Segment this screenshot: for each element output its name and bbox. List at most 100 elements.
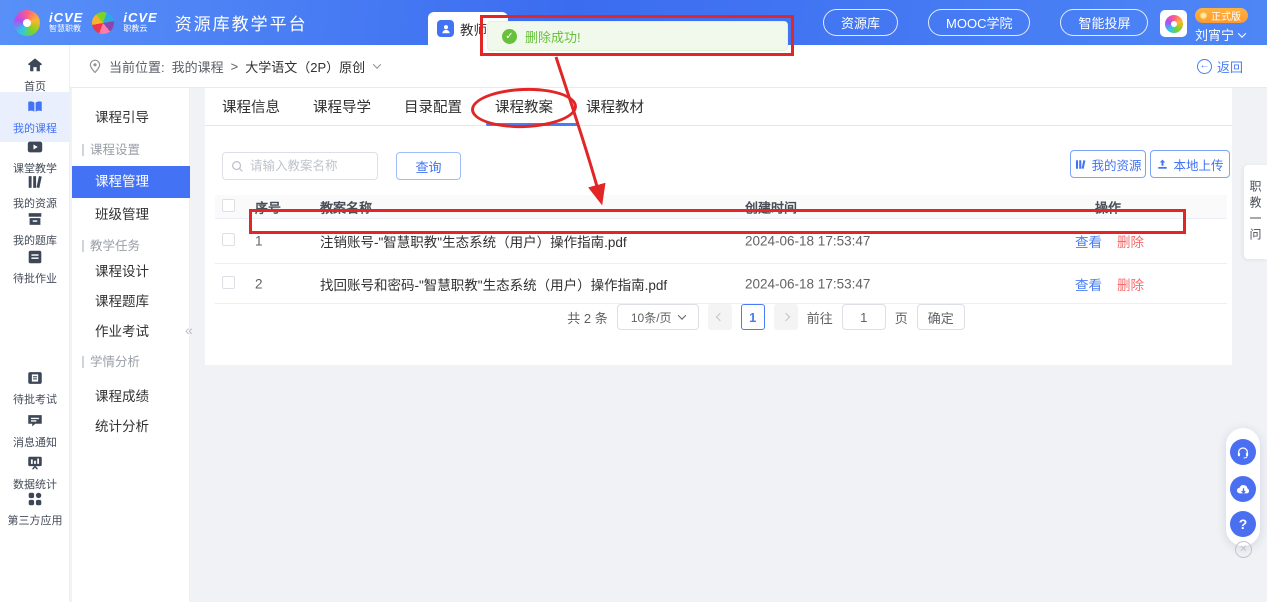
query-button[interactable]: 查询: [396, 152, 461, 180]
select-all-checkbox[interactable]: [222, 199, 235, 212]
nav-mooc-academy[interactable]: MOOC学院: [928, 9, 1030, 36]
homework-doc-icon: [26, 248, 44, 266]
back-arrow-icon: ←: [1197, 59, 1212, 74]
row-index: 1: [255, 234, 263, 249]
delete-link[interactable]: 删除: [1117, 231, 1144, 251]
active-tab-underline: [486, 123, 578, 126]
back-button[interactable]: ← 返回: [1197, 57, 1243, 76]
lesson-plan-table: 序号 教案名称 创建时间 操作 1 注销账号-"智慧职教"生态系统（用户）操作指…: [215, 195, 1227, 304]
headset-icon: [1235, 444, 1251, 460]
lesson-plan-name: 找回账号和密码-"智慧职教"生态系统（用户）操作指南.pdf: [320, 274, 667, 294]
column-header-created: 创建时间: [745, 197, 797, 216]
bookshelf-icon: [26, 173, 44, 191]
sidebar-item-pending-homework[interactable]: 待批作业: [0, 242, 70, 292]
breadcrumb-current[interactable]: 大学语文（2P）原创: [245, 57, 365, 76]
tab-catalog-config[interactable]: 目录配置: [404, 96, 462, 117]
submenu-homework-exam[interactable]: 作业考试: [72, 317, 190, 347]
section-bar: [82, 356, 84, 368]
statistics-board-icon: [26, 454, 44, 472]
chevron-down-icon: [677, 311, 685, 319]
submenu-course-management[interactable]: 课程管理: [72, 166, 190, 198]
next-page-button[interactable]: [774, 304, 798, 330]
bookshelf-icon: [1074, 158, 1087, 171]
page-size-value: 10条/页: [631, 309, 672, 326]
logo-sub: 智慧职教: [49, 25, 83, 33]
avatar-logo-icon: [1165, 15, 1183, 33]
floating-tool-panel: ?: [1226, 428, 1260, 546]
course-submenu: 课程引导 课程设置 课程管理 班级管理 教学任务 课程设计 课程题库 作业考试 …: [72, 88, 190, 602]
sidebar-item-label: 待批作业: [0, 270, 70, 286]
tab-course-textbook[interactable]: 课程教材: [586, 96, 644, 117]
created-time: 2024-06-18 17:53:47: [745, 276, 870, 291]
user-menu[interactable]: 刘宵宁: [1195, 25, 1245, 44]
confirm-button[interactable]: 确定: [917, 304, 965, 330]
breadcrumb-root[interactable]: 我的课程: [172, 57, 224, 76]
view-link[interactable]: 查看: [1075, 274, 1102, 294]
cloud-download-button[interactable]: [1230, 476, 1256, 502]
help-button[interactable]: ?: [1230, 511, 1256, 537]
submenu-collapse-handle[interactable]: «: [185, 322, 193, 338]
section-label: 课程设置: [90, 140, 140, 160]
tab-course-guide[interactable]: 课程导学: [313, 96, 371, 117]
row-checkbox[interactable]: [222, 276, 235, 289]
goto-page-input[interactable]: [842, 304, 886, 330]
avatar[interactable]: [1160, 10, 1187, 37]
tab-course-info[interactable]: 课程信息: [222, 96, 280, 117]
submenu-section-learning-analysis: 学情分析: [72, 352, 190, 372]
search-input[interactable]: [250, 159, 365, 173]
question-bank-icon: [26, 210, 44, 228]
message-bubble-icon: [26, 412, 44, 430]
my-resources-button[interactable]: 我的资源: [1070, 150, 1146, 178]
submenu-course-grades[interactable]: 课程成绩: [72, 382, 190, 412]
breadcrumb: 当前位置: 我的课程 > 大学语文（2P）原创: [109, 57, 380, 76]
chevron-down-icon[interactable]: [373, 60, 381, 68]
submenu-section-teaching-tasks: 教学任务: [72, 236, 190, 256]
my-resources-label: 我的资源: [1091, 155, 1141, 174]
goto-label: 前往: [807, 308, 833, 327]
table-row: 2 找回账号和密码-"智慧职教"生态系统（用户）操作指南.pdf 2024-06…: [215, 264, 1227, 304]
toast-message: 删除成功!: [525, 27, 581, 46]
row-checkbox[interactable]: [222, 233, 235, 246]
table-row: 1 注销账号-"智慧职教"生态系统（用户）操作指南.pdf 2024-06-18…: [215, 219, 1227, 264]
delete-link[interactable]: 删除: [1117, 274, 1144, 294]
column-header-index: 序号: [255, 197, 281, 216]
home-icon: [26, 56, 44, 74]
zhijiao-yiwen-side-tab[interactable]: 职教一问: [1244, 165, 1267, 259]
lesson-plan-name: 注销账号-"智慧职教"生态系统（用户）操作指南.pdf: [320, 231, 627, 251]
icon-sidebar: 首页 我的课程 课堂教学 我的资源 我的题库 待批作业 待批考试 消息通知 数据…: [0, 45, 70, 602]
prev-page-button[interactable]: [708, 304, 732, 330]
submenu-course-question-bank[interactable]: 课程题库: [72, 287, 190, 317]
search-icon: [231, 160, 244, 173]
table-header-row: 序号 教案名称 创建时间 操作: [215, 195, 1227, 219]
search-toolbar: 查询 我的资源 本地上传: [205, 144, 1232, 180]
column-header-name: 教案名称: [320, 197, 372, 216]
row-index: 2: [255, 276, 263, 291]
nav-resource-library[interactable]: 资源库: [823, 9, 898, 36]
submenu-course-guide[interactable]: 课程引导: [72, 103, 190, 133]
sidebar-item-third-party-apps[interactable]: 第三方应用: [0, 484, 70, 534]
submenu-statistical-analysis[interactable]: 统计分析: [72, 412, 190, 442]
version-badge-label: 正式版: [1211, 8, 1241, 23]
icve-zhijiaoyun-logo-icon: [92, 12, 114, 34]
teacher-tab-label: 教师: [460, 19, 487, 39]
location-pin-icon: [88, 59, 102, 74]
page-size-select[interactable]: 10条/页: [617, 304, 699, 330]
cloud-download-icon: [1235, 481, 1252, 498]
page-number-button[interactable]: 1: [741, 304, 765, 330]
breadcrumb-bar: 当前位置: 我的课程 > 大学语文（2P）原创 ← 返回: [70, 45, 1267, 88]
submenu-class-management[interactable]: 班级管理: [72, 200, 190, 230]
tab-course-lesson-plan[interactable]: 课程教案: [495, 96, 553, 117]
close-float-panel-icon[interactable]: ✕: [1235, 541, 1252, 558]
customer-service-button[interactable]: [1230, 439, 1256, 465]
logo-sub: 职教云: [123, 25, 157, 33]
user-name: 刘宵宁: [1195, 25, 1234, 44]
submenu-section-course-settings: 课程设置: [72, 140, 190, 160]
section-bar: [82, 240, 84, 252]
local-upload-button[interactable]: 本地上传: [1150, 150, 1230, 178]
nav-smart-casting[interactable]: 智能投屏: [1060, 9, 1148, 36]
pagination: 共 2 条 10条/页 1 前往 页 确定: [205, 304, 1232, 330]
chevron-right-icon: [781, 313, 789, 321]
apps-grid-icon: [26, 490, 44, 508]
view-link[interactable]: 查看: [1075, 231, 1102, 251]
submenu-course-design[interactable]: 课程设计: [72, 257, 190, 287]
